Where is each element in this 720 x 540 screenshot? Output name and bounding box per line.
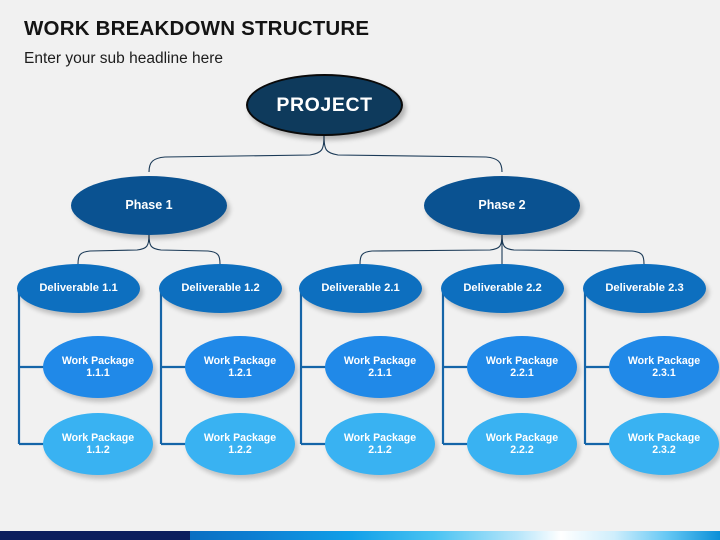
link-project-phase2 <box>323 135 503 173</box>
node-work-package-2-1-1[interactable]: Work Package 2.1.1 <box>325 336 435 398</box>
node-work-package-2-2-2-label: Work Package 2.2.2 <box>485 431 559 457</box>
link-deliverable23-packages <box>583 291 612 446</box>
bottom-bar-navy-segment <box>0 531 190 540</box>
link-deliverable22-packages <box>441 291 470 446</box>
link-phase2-deliverable21 <box>359 234 503 265</box>
node-deliverable-2-1-label: Deliverable 2.1 <box>321 281 400 294</box>
node-work-package-2-2-1[interactable]: Work Package 2.2.1 <box>467 336 577 398</box>
bottom-accent-bar <box>0 531 720 540</box>
node-phase-1[interactable]: Phase 1 <box>71 176 227 235</box>
page-subtitle: Enter your sub headline here <box>24 50 224 67</box>
node-deliverable-1-2[interactable]: Deliverable 1.2 <box>159 264 282 313</box>
node-deliverable-2-1[interactable]: Deliverable 2.1 <box>299 264 422 313</box>
node-project-label: PROJECT <box>276 93 373 116</box>
node-deliverable-2-2-label: Deliverable 2.2 <box>463 281 542 294</box>
node-work-package-2-3-2[interactable]: Work Package 2.3.2 <box>609 413 719 475</box>
node-work-package-2-2-2[interactable]: Work Package 2.2.2 <box>467 413 577 475</box>
slide-canvas: WORK BREAKDOWN STRUCTURE Enter your sub … <box>0 0 720 540</box>
node-work-package-1-2-1-label: Work Package 1.2.1 <box>203 354 277 380</box>
link-deliverable12-packages <box>159 291 188 446</box>
node-work-package-2-3-2-label: Work Package 2.3.2 <box>627 431 701 457</box>
node-work-package-2-3-1-label: Work Package 2.3.1 <box>627 354 701 380</box>
node-work-package-1-1-2-label: Work Package 1.1.2 <box>61 431 135 457</box>
node-phase-2[interactable]: Phase 2 <box>424 176 580 235</box>
node-work-package-1-2-2[interactable]: Work Package 1.2.2 <box>185 413 295 475</box>
node-deliverable-2-3[interactable]: Deliverable 2.3 <box>583 264 706 313</box>
link-phase1-deliverable12 <box>148 234 221 265</box>
link-phase1-deliverable11 <box>77 234 150 265</box>
node-work-package-2-1-2-label: Work Package 2.1.2 <box>343 431 417 457</box>
node-work-package-1-1-1[interactable]: Work Package 1.1.1 <box>43 336 153 398</box>
node-deliverable-1-2-label: Deliverable 1.2 <box>181 281 260 294</box>
link-project-phase1 <box>148 135 325 173</box>
node-work-package-2-2-1-label: Work Package 2.2.1 <box>485 354 559 380</box>
link-deliverable11-packages <box>17 291 46 446</box>
node-work-package-2-1-2[interactable]: Work Package 2.1.2 <box>325 413 435 475</box>
node-phase-1-label: Phase 1 <box>125 198 173 213</box>
node-deliverable-2-2[interactable]: Deliverable 2.2 <box>441 264 564 313</box>
bottom-bar-gradient-segment <box>190 531 720 540</box>
node-work-package-1-1-1-label: Work Package 1.1.1 <box>61 354 135 380</box>
node-deliverable-1-1-label: Deliverable 1.1 <box>39 281 118 294</box>
link-phase2-deliverable23 <box>501 234 645 265</box>
node-project[interactable]: PROJECT <box>246 74 403 136</box>
node-deliverable-2-3-label: Deliverable 2.3 <box>605 281 684 294</box>
node-deliverable-1-1[interactable]: Deliverable 1.1 <box>17 264 140 313</box>
link-deliverable21-packages <box>299 291 328 446</box>
node-work-package-1-2-1[interactable]: Work Package 1.2.1 <box>185 336 295 398</box>
node-work-package-2-1-1-label: Work Package 2.1.1 <box>343 354 417 380</box>
node-work-package-1-1-2[interactable]: Work Package 1.1.2 <box>43 413 153 475</box>
page-title: WORK BREAKDOWN STRUCTURE <box>24 17 370 40</box>
node-work-package-1-2-2-label: Work Package 1.2.2 <box>203 431 277 457</box>
node-phase-2-label: Phase 2 <box>478 198 526 213</box>
node-work-package-2-3-1[interactable]: Work Package 2.3.1 <box>609 336 719 398</box>
